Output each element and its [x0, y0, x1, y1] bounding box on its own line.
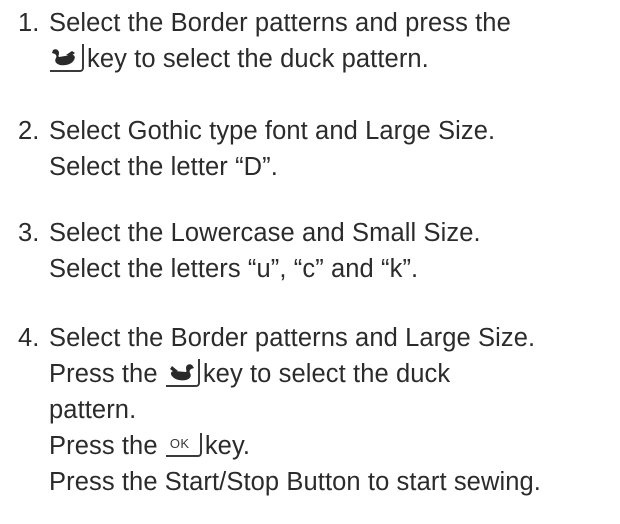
step-3-line-2: Select the letters “u”, “c” and “k”.	[49, 255, 419, 283]
step-4: 4. Select the Border patterns and Large S…	[18, 320, 618, 500]
step-3-line-1: 3. Select the Lowercase and Small Size.	[18, 215, 618, 251]
step-1: 1. Select the Border patterns and press t…	[18, 5, 618, 77]
step-1-line-1: 1. Select the Border patterns and press t…	[18, 5, 618, 41]
step-3: 3. Select the Lowercase and Small Size. S…	[18, 215, 618, 287]
step-1-number: 1.	[18, 9, 40, 37]
step-2-number: 2.	[18, 117, 40, 145]
step-4-text: Select the Border patterns and Large Siz…	[49, 324, 536, 352]
step-4-press-text: Press the	[49, 360, 158, 388]
duck-right-icon	[169, 364, 194, 381]
step-4-line-4: Press the OK key.	[18, 428, 618, 464]
step-4-duck-text: key to select the duck	[202, 360, 451, 388]
step-4-line-2: Press the key to select the duck	[18, 356, 618, 392]
duck-left-key	[50, 44, 84, 72]
step-2-text: Select Gothic type font and Large Size.	[49, 117, 496, 145]
step-1-line-2: key to select the duck pattern.	[18, 41, 618, 77]
step-4-press-ok-text: Press the	[49, 432, 158, 460]
step-4-number: 4.	[18, 324, 40, 352]
step-1-text-2: key to select the duck pattern.	[87, 45, 429, 73]
step-4-line-5: Press the Start/Stop Button to start sew…	[49, 468, 541, 496]
ok-key-label: OK	[169, 436, 190, 451]
step-4-key-text: key.	[204, 432, 251, 460]
step-2: 2. Select Gothic type font and Large Size…	[18, 113, 618, 185]
step-1-text: Select the Border patterns and press the	[49, 9, 511, 37]
duck-left-icon	[52, 49, 75, 66]
ok-key: OK	[165, 433, 202, 457]
step-2-line-1: 2. Select Gothic type font and Large Size…	[18, 113, 618, 149]
step-3-number: 3.	[18, 219, 40, 247]
step-2-line-2: Select the letter “D”.	[49, 153, 278, 181]
step-4-line-3: pattern.	[49, 396, 137, 424]
duck-right-key	[165, 359, 200, 387]
step-4-line-1: 4. Select the Border patterns and Large S…	[18, 320, 618, 356]
step-3-text: Select the Lowercase and Small Size.	[49, 219, 481, 247]
instruction-document: 1. Select the Border patterns and press t…	[0, 0, 620, 524]
